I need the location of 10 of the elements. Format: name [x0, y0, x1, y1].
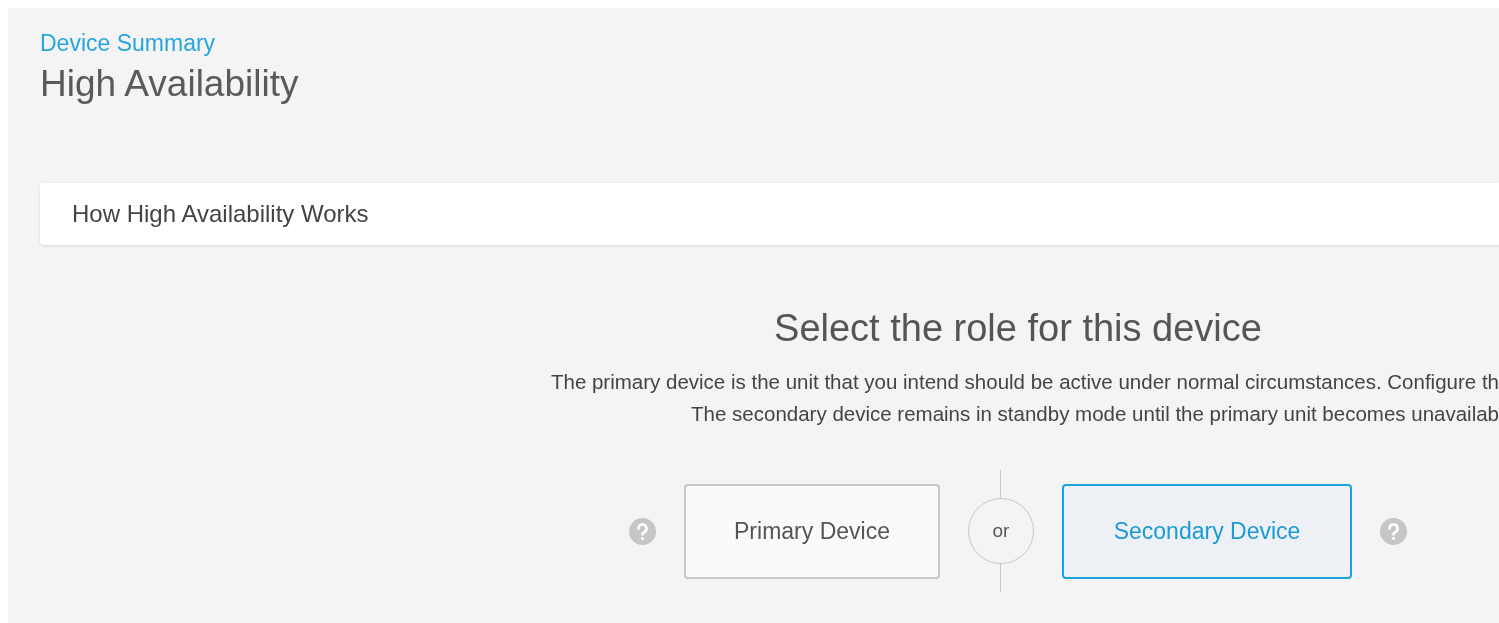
page-title: High Availability [40, 63, 300, 105]
panel-title: How High Availability Works [72, 200, 369, 228]
section-heading: Select the role for this device [774, 307, 1262, 350]
info-panel-header[interactable]: How High Availability Works [40, 183, 1499, 245]
separator-circle: or [968, 498, 1034, 564]
role-button[interactable]: Primary Device [684, 483, 940, 579]
description-text: The secondary device remains in standby mode until the primary unit becomes unavailab [690, 401, 1499, 427]
description-text: The primary device is the unit that you intend should be active under normal circumstances. Configure th [549, 369, 1499, 395]
help-icon[interactable] [1380, 517, 1407, 545]
help-icon[interactable] [629, 517, 656, 545]
